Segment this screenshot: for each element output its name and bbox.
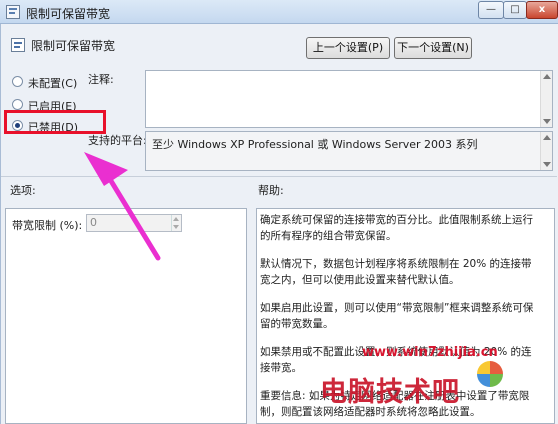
close-button[interactable]: x — [526, 1, 558, 19]
help-section-label: 帮助: — [258, 184, 284, 197]
window-title: 限制可保留带宽 — [26, 7, 111, 21]
spinner-arrows-icon — [171, 215, 181, 231]
note-label: 注释: — [88, 73, 114, 86]
scroll-down-icon[interactable] — [543, 162, 551, 167]
note-textarea[interactable] — [145, 70, 553, 128]
watermark-brand: 电脑技术吧 — [320, 377, 460, 408]
minimize-button[interactable]: — — [478, 1, 504, 19]
help-paragraph: 如果启用此设置，则可以使用“带宽限制”框来调整系统可保留的带宽数量。 — [260, 302, 534, 330]
scroll-up-icon[interactable] — [543, 74, 551, 79]
supported-platform-value: 至少 Windows XP Professional 或 Windows Ser… — [152, 138, 478, 151]
note-scrollbar[interactable] — [540, 71, 552, 127]
maximize-button[interactable]: □ — [503, 1, 527, 19]
radio-button-icon[interactable] — [12, 99, 23, 110]
windows-logo-watermark-icon — [477, 361, 503, 387]
scroll-down-icon[interactable] — [543, 119, 551, 124]
policy-setting-icon — [11, 38, 25, 52]
supported-platform-label: 支持的平台: — [88, 134, 147, 147]
radio-button-icon[interactable] — [12, 76, 23, 87]
radio-label[interactable]: 未配置(C) — [28, 75, 77, 91]
watermark-url: www.win7zhijia.cn — [362, 345, 498, 360]
previous-setting-button[interactable]: 上一个设置(P) — [306, 37, 390, 59]
supported-platform-field: 至少 Windows XP Professional 或 Windows Ser… — [145, 131, 553, 171]
policy-title: 限制可保留带宽 — [31, 39, 116, 53]
bandwidth-limit-value: 0 — [90, 216, 97, 229]
policy-window-icon — [6, 5, 20, 19]
help-paragraph: 默认情况下，数据包计划程序将系统限制在 20% 的连接带宽之内，但可以使用此设置… — [260, 258, 532, 286]
dialog-client-area: 限制可保留带宽 上一个设置(P) 下一个设置(N) 未配置(C) 已启用(E) … — [0, 24, 558, 424]
title-bar: 限制可保留带宽 — □ x — [0, 0, 558, 24]
section-divider — [1, 176, 557, 177]
bandwidth-limit-spinbox: 0 — [86, 214, 182, 232]
help-paragraph: 确定系统可保留的连接带宽的百分比。此值限制系统上运行的所有程序的组合带宽保留。 — [260, 214, 533, 242]
platform-scrollbar[interactable] — [540, 132, 552, 170]
red-highlight-box — [4, 110, 106, 134]
scroll-up-icon[interactable] — [543, 135, 551, 140]
next-setting-button[interactable]: 下一个设置(N) — [394, 37, 472, 59]
bandwidth-limit-label: 带宽限制 (%): — [12, 219, 83, 232]
options-pane: 带宽限制 (%): 0 — [5, 208, 247, 424]
options-section-label: 选项: — [10, 184, 36, 197]
